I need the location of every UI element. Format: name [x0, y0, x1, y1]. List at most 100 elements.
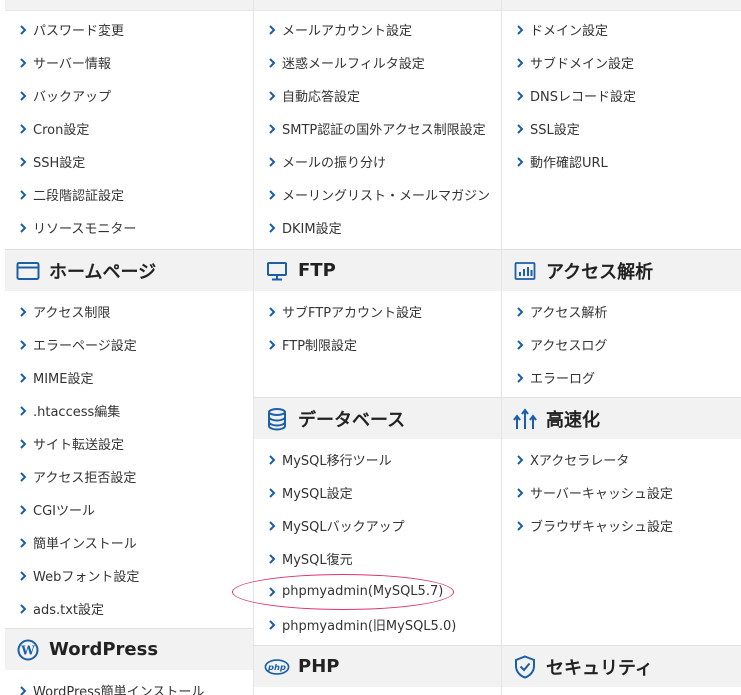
menu-item-label: アクセス拒否設定	[33, 471, 137, 486]
chevron-right-icon	[266, 339, 278, 351]
menu-item[interactable]: Xアクセラレータ	[514, 443, 741, 476]
menu-item[interactable]: MIME設定	[17, 361, 253, 394]
menu-item[interactable]: アクセス制限	[17, 295, 253, 328]
chevron-right-icon	[17, 603, 29, 615]
chevron-right-icon	[514, 57, 526, 69]
menu-item[interactable]: ドメイン設定	[514, 13, 741, 46]
menu-item-phpmyadmin-57[interactable]: phpmyadmin(MySQL5.7)	[266, 575, 501, 608]
php-icon: php	[264, 654, 290, 680]
menu-item[interactable]: リソースモニター	[17, 211, 253, 244]
column-account: パスワード変更 サーバー情報 バックアップ Cron設定 SSH設定 二段階認証…	[5, 0, 253, 695]
shield-icon	[512, 654, 538, 680]
menu-item[interactable]: サーバーキャッシュ設定	[514, 476, 741, 509]
chevron-right-icon	[266, 189, 278, 201]
menu-item[interactable]: メールアカウント設定	[266, 13, 501, 46]
menu-item[interactable]: SSH設定	[17, 145, 253, 178]
homepage-list: アクセス制限 エラーページ設定 MIME設定 .htaccess編集 サイト転送…	[5, 291, 253, 625]
menu-item[interactable]: Cron設定	[17, 112, 253, 145]
menu-item[interactable]: MySQL移行ツール	[266, 443, 501, 476]
menu-item[interactable]: アクセスログ	[514, 328, 741, 361]
chevron-right-icon	[266, 553, 278, 565]
top-section-header-strip	[254, 0, 501, 11]
menu-item[interactable]: Webフォント設定	[17, 559, 253, 592]
speed-arrows-icon	[512, 406, 538, 432]
menu-item[interactable]: アクセス解析	[514, 295, 741, 328]
menu-item-label: MIME設定	[33, 372, 94, 387]
mail-settings-list: メールアカウント設定 迷惑メールフィルタ設定 自動応答設定 SMTP認証の国外ア…	[254, 13, 501, 244]
section-title: セキュリティ	[546, 657, 653, 679]
menu-item[interactable]: メーリングリスト・メールマガジン	[266, 178, 501, 211]
chevron-right-icon	[514, 306, 526, 318]
menu-item[interactable]: 簡単インストール	[17, 526, 253, 559]
section-database: データベース MySQL移行ツール MySQL設定 MySQLバックアップ My…	[254, 397, 501, 641]
chevron-right-icon	[514, 520, 526, 532]
section-homepage: ホームページ アクセス制限 エラーページ設定 MIME設定 .htaccess編…	[5, 249, 253, 625]
menu-item-label: SMTP認証の国外アクセス制限設定	[282, 123, 486, 138]
menu-item-label: 動作確認URL	[530, 156, 608, 171]
menu-item[interactable]: バックアップ	[17, 79, 253, 112]
chevron-right-icon	[514, 454, 526, 466]
menu-item-label: バックアップ	[33, 90, 112, 105]
section-header: セキュリティ	[502, 645, 741, 687]
menu-item-label: サブドメイン設定	[530, 57, 635, 72]
menu-item[interactable]: エラーページ設定	[17, 328, 253, 361]
browser-window-icon	[15, 258, 41, 284]
chevron-right-icon	[17, 405, 29, 417]
menu-item[interactable]: MySQLバックアップ	[266, 509, 501, 542]
menu-item-label: MySQL設定	[282, 487, 353, 502]
menu-item[interactable]: phpmyadmin(旧MySQL5.0)	[266, 608, 501, 641]
menu-item-label: メールアカウント設定	[282, 24, 413, 39]
menu-item-label: .htaccess編集	[33, 405, 121, 420]
chevron-right-icon	[266, 306, 278, 318]
menu-item-label: DNSレコード設定	[530, 90, 636, 105]
ftp-list: サブFTPアカウント設定 FTP制限設定	[254, 291, 501, 361]
menu-item[interactable]: MySQL復元	[266, 542, 501, 575]
menu-item[interactable]: サブFTPアカウント設定	[266, 295, 501, 328]
section-speedup: 高速化 Xアクセラレータ サーバーキャッシュ設定 ブラウザキャッシュ設定	[502, 397, 741, 542]
menu-item-label: 迷惑メールフィルタ設定	[282, 57, 425, 72]
top-section-header-strip	[5, 0, 253, 11]
menu-item[interactable]: 自動応答設定	[266, 79, 501, 112]
chevron-right-icon	[266, 156, 278, 168]
chevron-right-icon	[17, 24, 29, 36]
menu-item[interactable]: エラーログ	[514, 361, 741, 394]
section-access-analysis: アクセス解析 アクセス解析 アクセスログ エラーログ	[502, 249, 741, 394]
menu-item[interactable]: サイト転送設定	[17, 427, 253, 460]
section-wordpress: W WordPress WordPress簡単インストール	[5, 628, 253, 695]
menu-item-label: SSL設定	[530, 123, 580, 138]
domain-settings-list: ドメイン設定 サブドメイン設定 DNSレコード設定 SSL設定 動作確認URL	[502, 13, 741, 178]
menu-item[interactable]: .htaccess編集	[17, 394, 253, 427]
menu-item[interactable]: SMTP認証の国外アクセス制限設定	[266, 112, 501, 145]
chevron-right-icon	[266, 90, 278, 102]
menu-item-label: phpmyadmin(MySQL5.7)	[282, 584, 444, 599]
menu-item[interactable]: パスワード変更	[17, 13, 253, 46]
menu-item-label: Cron設定	[33, 123, 90, 138]
section-mail: メールアカウント設定 迷惑メールフィルタ設定 自動応答設定 SMTP認証の国外ア…	[254, 13, 501, 244]
menu-item[interactable]: DKIM設定	[266, 211, 501, 244]
menu-item[interactable]: 迷惑メールフィルタ設定	[266, 46, 501, 79]
chevron-right-icon	[514, 487, 526, 499]
section-header: FTP	[254, 249, 501, 291]
menu-item[interactable]: SSL設定	[514, 112, 741, 145]
menu-item[interactable]: CGIツール	[17, 493, 253, 526]
menu-item[interactable]: MySQL設定	[266, 476, 501, 509]
menu-item-label: DKIM設定	[282, 222, 342, 237]
menu-item[interactable]: 動作確認URL	[514, 145, 741, 178]
menu-item[interactable]: DNSレコード設定	[514, 79, 741, 112]
access-analysis-list: アクセス解析 アクセスログ エラーログ	[502, 291, 741, 394]
menu-item[interactable]: FTP制限設定	[266, 328, 501, 361]
chevron-right-icon	[266, 123, 278, 135]
menu-item[interactable]: 二段階認証設定	[17, 178, 253, 211]
menu-item[interactable]: メールの振り分け	[266, 145, 501, 178]
menu-item[interactable]: サブドメイン設定	[514, 46, 741, 79]
menu-item[interactable]: ブラウザキャッシュ設定	[514, 509, 741, 542]
menu-item-label: MySQL復元	[282, 553, 353, 568]
section-php: php PHP	[254, 645, 501, 687]
chevron-right-icon	[17, 570, 29, 582]
menu-item[interactable]: WordPress簡単インストール	[17, 674, 253, 695]
menu-item[interactable]: アクセス拒否設定	[17, 460, 253, 493]
menu-item[interactable]: ads.txt設定	[17, 592, 253, 625]
chevron-right-icon	[17, 156, 29, 168]
menu-item[interactable]: サーバー情報	[17, 46, 253, 79]
chevron-right-icon	[514, 24, 526, 36]
